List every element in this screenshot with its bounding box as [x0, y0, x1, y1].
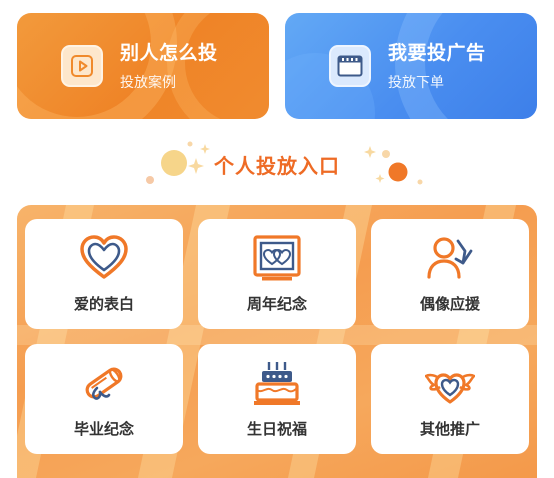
grid-item-label: 爱的表白	[73, 295, 134, 313]
place-ad-card[interactable]: 我要投广告 投放下单	[285, 13, 537, 119]
card-title: 我要投广告	[388, 42, 486, 64]
birthday-cake-icon	[254, 362, 300, 405]
winged-heart-icon	[425, 373, 475, 404]
diploma-icon	[85, 367, 123, 400]
section-title: 个人投放入口	[214, 154, 340, 178]
play-icon	[61, 45, 103, 87]
heart-frame-icon	[253, 235, 301, 281]
film-icon	[329, 45, 371, 87]
grid-item-other-promotion[interactable]: 其他推广	[371, 344, 529, 454]
grid-item-label: 偶像应援	[419, 295, 480, 313]
grid-item-love-confession[interactable]: 爱的表白	[25, 219, 183, 329]
grid-item-birthday[interactable]: 生日祝福	[198, 344, 356, 454]
card-subtitle: 投放下单	[388, 75, 444, 91]
grid-item-label: 生日祝福	[246, 420, 307, 438]
grid-item-anniversary[interactable]: 周年纪念	[198, 219, 356, 329]
grid-item-label: 其他推广	[419, 420, 480, 438]
grid-item-label: 周年纪念	[246, 295, 307, 313]
grid-item-idol-support[interactable]: 偶像应援	[371, 219, 529, 329]
idol-support-icon	[427, 237, 473, 279]
grid-item-graduation[interactable]: 毕业纪念	[25, 344, 183, 454]
section-header: 个人投放入口	[0, 138, 554, 190]
heart-icon	[80, 235, 128, 279]
card-subtitle: 投放案例	[120, 75, 176, 91]
card-title: 别人怎么投	[120, 42, 218, 64]
grid-item-label: 毕业纪念	[73, 420, 134, 438]
case-studies-card[interactable]: 别人怎么投 投放案例	[17, 13, 269, 119]
personal-entry-panel: 爱的表白 周年纪念 偶像应援 毕业纪念 生日祝福 其他推广	[17, 205, 537, 478]
